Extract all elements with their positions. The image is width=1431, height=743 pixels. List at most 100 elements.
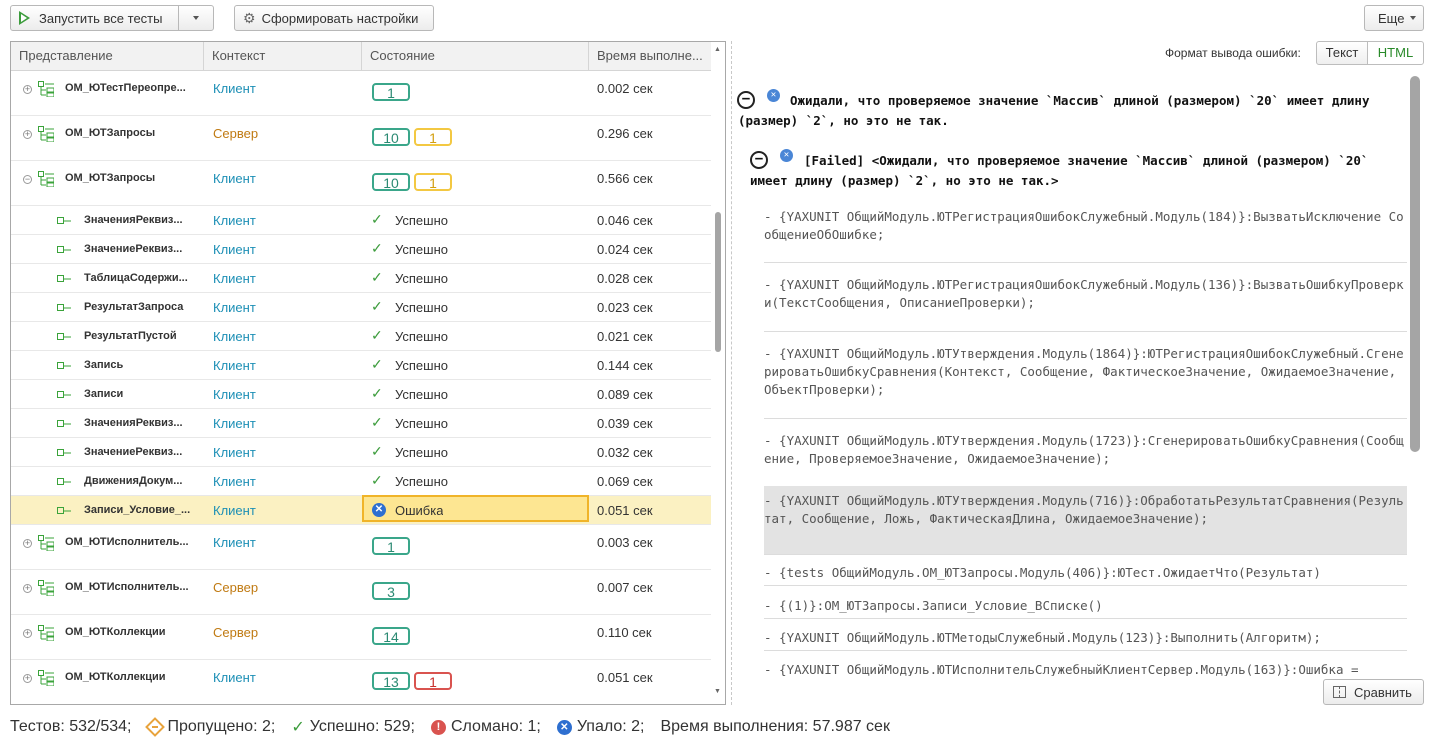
- table-row-group[interactable]: − ОМ_ЮТЗапросы Клиент 10 1 0.566 сек: [11, 161, 711, 206]
- row-state: Ошибка: [395, 503, 444, 518]
- more-menu-button[interactable]: Еще: [1364, 5, 1424, 31]
- count-badge: 1: [372, 83, 410, 101]
- stack-frame[interactable]: - {YAXUNIT ОбщийМодуль.ЮТРегистрацияОшиб…: [764, 202, 1407, 263]
- table-row-group[interactable]: + ОМ_ЮТестПереопре... Клиент 1 0.002 сек: [11, 71, 711, 116]
- row-duration: 0.110 сек: [597, 625, 652, 640]
- table-row[interactable]: Записи_Условие_... Клиент ✕ Ошибка 0.051 сек: [11, 495, 711, 525]
- collapse-icon[interactable]: −: [23, 175, 32, 184]
- table-row-group[interactable]: + ОМ_ЮТЗапросы Сервер 10 1 0.296 сек: [11, 116, 711, 161]
- table-row[interactable]: РезультатПустой Клиент ✓ Успешно 0.021 сек: [11, 322, 711, 351]
- format-text-button[interactable]: Текст: [1316, 41, 1368, 65]
- row-context: Клиент: [213, 535, 256, 550]
- run-options-dropdown[interactable]: [178, 5, 214, 31]
- check-icon: ✓: [371, 385, 383, 401]
- row-duration: 0.039 сек: [597, 416, 653, 431]
- test-method-icon: [57, 391, 71, 398]
- table-scrollbar[interactable]: ▲ ▼: [711, 42, 725, 704]
- stack-frame[interactable]: - {tests ОбщийМодуль.ОМ_ЮТЗапросы.Модуль…: [764, 560, 1407, 586]
- row-name: ОМ_ЮТИсполнитель...: [65, 536, 189, 548]
- status-duration: Время выполнения: 57.987 сек: [660, 718, 890, 735]
- scroll-down-icon[interactable]: ▼: [714, 688, 721, 695]
- status-skipped-label: Пропущено: 2;: [167, 718, 276, 735]
- column-header-state[interactable]: Состояние: [362, 42, 589, 70]
- scroll-up-icon[interactable]: ▲: [714, 46, 721, 53]
- row-duration: 0.296 сек: [597, 126, 653, 141]
- stack-frame[interactable]: - {YAXUNIT ОбщийМодуль.ЮТУтверждения.Мод…: [764, 426, 1407, 487]
- count-badge: 1: [414, 173, 452, 191]
- expand-icon[interactable]: +: [23, 674, 32, 683]
- test-module-icon: [38, 126, 54, 142]
- chevron-down-icon: [193, 16, 199, 20]
- error-panel-scrollbar[interactable]: [1408, 76, 1422, 676]
- row-duration: 0.002 сек: [597, 81, 653, 96]
- row-duration: 0.046 сек: [597, 213, 653, 228]
- table-row[interactable]: ЗначениеРеквиз... Клиент ✓ Успешно 0.024 сек: [11, 235, 711, 264]
- row-name: ЗначениеРеквиз...: [84, 243, 183, 255]
- expand-icon[interactable]: +: [23, 85, 32, 94]
- status-failed-label: Упало: 2;: [576, 718, 645, 735]
- row-context: Клиент: [213, 387, 256, 402]
- expand-icon[interactable]: +: [23, 629, 32, 638]
- scrollbar-thumb[interactable]: [1410, 76, 1420, 452]
- run-all-label: Запустить все тесты: [39, 10, 163, 26]
- row-name: Записи_Условие_...: [84, 504, 191, 516]
- test-results-table[interactable]: Представление Контекст Состояние Время в…: [10, 41, 726, 705]
- table-row[interactable]: ЗначенияРеквиз... Клиент ✓ Успешно 0.039 сек: [11, 409, 711, 438]
- panel-splitter[interactable]: [731, 41, 732, 705]
- check-icon: ✓: [291, 719, 305, 736]
- test-method-icon: [57, 478, 71, 485]
- column-header-context[interactable]: Контекст: [204, 42, 362, 70]
- stack-frame[interactable]: - {YAXUNIT ОбщийМодуль.ЮТУтверждения.Мод…: [764, 486, 1407, 555]
- generate-settings-button[interactable]: ⚙ Сформировать настройки: [234, 5, 434, 31]
- table-row[interactable]: ТаблицаСодержи... Клиент ✓ Успешно 0.028 сек: [11, 264, 711, 293]
- row-duration: 0.089 сек: [597, 387, 653, 402]
- table-row[interactable]: Запись Клиент ✓ Успешно 0.144 сек: [11, 351, 711, 380]
- table-row[interactable]: ДвиженияДокум... Клиент ✓ Успешно 0.069 сек: [11, 467, 711, 496]
- compare-button[interactable]: Сравнить: [1323, 679, 1424, 705]
- row-name: ОМ_ЮТЗапросы: [65, 127, 156, 139]
- stack-frame[interactable]: - {YAXUNIT ОбщийМодуль.ЮТРегистрацияОшиб…: [764, 270, 1407, 332]
- stack-frame[interactable]: - {YAXUNIT ОбщийМодуль.ЮТИсполнительСлуж…: [764, 657, 1407, 676]
- table-row-group[interactable]: + ОМ_ЮТИсполнитель... Клиент 1 0.003 сек: [11, 525, 711, 570]
- table-row-group[interactable]: + ОМ_ЮТКоллекции Сервер 14 0.110 сек: [11, 615, 711, 660]
- row-name: ОМ_ЮТКоллекции: [65, 626, 166, 638]
- row-name: Записи: [84, 388, 124, 400]
- row-context: Клиент: [213, 271, 256, 286]
- table-row[interactable]: ЗначениеРеквиз... Клиент ✓ Успешно 0.032 сек: [11, 438, 711, 467]
- row-context: Клиент: [213, 171, 256, 186]
- row-context: Клиент: [213, 358, 256, 373]
- stack-frame[interactable]: - {YAXUNIT ОбщийМодуль.ЮТМетодыСлужебный…: [764, 625, 1407, 651]
- table-row-group[interactable]: + ОМ_ЮТИсполнитель... Сервер 3 0.007 сек: [11, 570, 711, 615]
- row-duration: 0.051 сек: [597, 503, 653, 518]
- expand-icon[interactable]: +: [23, 539, 32, 548]
- table-row-group[interactable]: + ОМ_ЮТКоллекции Клиент 13 1 0.051 сек: [11, 660, 711, 704]
- count-badge: 13: [372, 672, 410, 690]
- test-module-icon: [38, 580, 54, 596]
- error-subheading: [Failed] <Ожидали, что проверяемое значе…: [750, 153, 1369, 188]
- run-all-tests-button[interactable]: Запустить все тесты: [10, 5, 179, 31]
- expand-icon[interactable]: +: [23, 584, 32, 593]
- count-badge: 1: [414, 128, 452, 146]
- row-duration: 0.566 сек: [597, 171, 653, 186]
- column-header-view[interactable]: Представление: [11, 42, 204, 70]
- row-context: Клиент: [213, 242, 256, 257]
- scrollbar-thumb[interactable]: [715, 212, 721, 352]
- row-name: ЗначенияРеквиз...: [84, 214, 183, 226]
- stack-frame[interactable]: - {YAXUNIT ОбщийМодуль.ЮТУтверждения.Мод…: [764, 339, 1407, 419]
- expand-icon[interactable]: +: [23, 130, 32, 139]
- row-context: Клиент: [213, 416, 256, 431]
- row-context: Клиент: [213, 474, 256, 489]
- skipped-icon: [144, 717, 165, 737]
- row-name: РезультатПустой: [84, 330, 177, 342]
- column-header-duration[interactable]: Время выполне...: [589, 42, 711, 70]
- test-module-icon: [38, 625, 54, 641]
- check-icon: ✓: [371, 298, 383, 314]
- table-row[interactable]: Записи Клиент ✓ Успешно 0.089 сек: [11, 380, 711, 409]
- stack-frame[interactable]: - {(1)}:ОМ_ЮТЗапросы.Записи_Условие_ВСпи…: [764, 593, 1407, 619]
- test-method-icon: [57, 333, 71, 340]
- table-row[interactable]: РезультатЗапроса Клиент ✓ Успешно 0.023 сек: [11, 293, 711, 322]
- test-method-icon: [57, 275, 71, 282]
- table-row[interactable]: ЗначенияРеквиз... Клиент ✓ Успешно 0.046 сек: [11, 206, 711, 235]
- row-name: ТаблицаСодержи...: [84, 272, 188, 284]
- format-html-button[interactable]: HTML: [1367, 41, 1424, 65]
